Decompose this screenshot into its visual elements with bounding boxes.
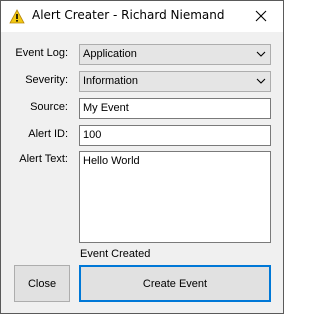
alert-text-value: Hello World [83, 155, 140, 167]
chevron-down-icon [256, 76, 266, 86]
alert-id-value: 100 [83, 129, 102, 141]
severity-label: Severity: [25, 74, 68, 86]
alert-id-label: Alert ID: [28, 128, 68, 140]
create-event-button[interactable]: Create Event [79, 265, 271, 302]
event-log-dropdown[interactable]: Application [79, 44, 271, 65]
chevron-down-icon [256, 49, 266, 59]
event-log-label: Event Log: [15, 47, 68, 59]
close-icon [255, 7, 267, 26]
dialog-body: Event Log: Application Severity: Informa… [1, 32, 283, 313]
warning-icon [9, 9, 25, 24]
source-value: My Event [83, 102, 129, 114]
alert-id-input[interactable]: 100 [79, 125, 271, 146]
severity-dropdown[interactable]: Information [79, 71, 271, 92]
title-bar[interactable]: Alert Creater - Richard Niemand [1, 1, 283, 32]
close-button-label: Close [27, 277, 57, 290]
status-text: Event Created [80, 248, 151, 260]
window-title: Alert Creater - Richard Niemand [32, 8, 225, 22]
event-log-value: Application [83, 48, 137, 60]
alert-creater-window: Alert Creater - Richard Niemand Event Lo… [0, 0, 284, 314]
alert-text-input[interactable]: Hello World [79, 151, 271, 243]
source-input[interactable]: My Event [79, 98, 271, 119]
alert-text-label: Alert Text: [19, 153, 68, 165]
create-event-button-label: Create Event [142, 277, 208, 290]
close-button[interactable]: Close [14, 265, 70, 302]
severity-value: Information [83, 75, 139, 87]
source-label: Source: [30, 101, 68, 113]
close-window-button[interactable] [239, 1, 283, 32]
